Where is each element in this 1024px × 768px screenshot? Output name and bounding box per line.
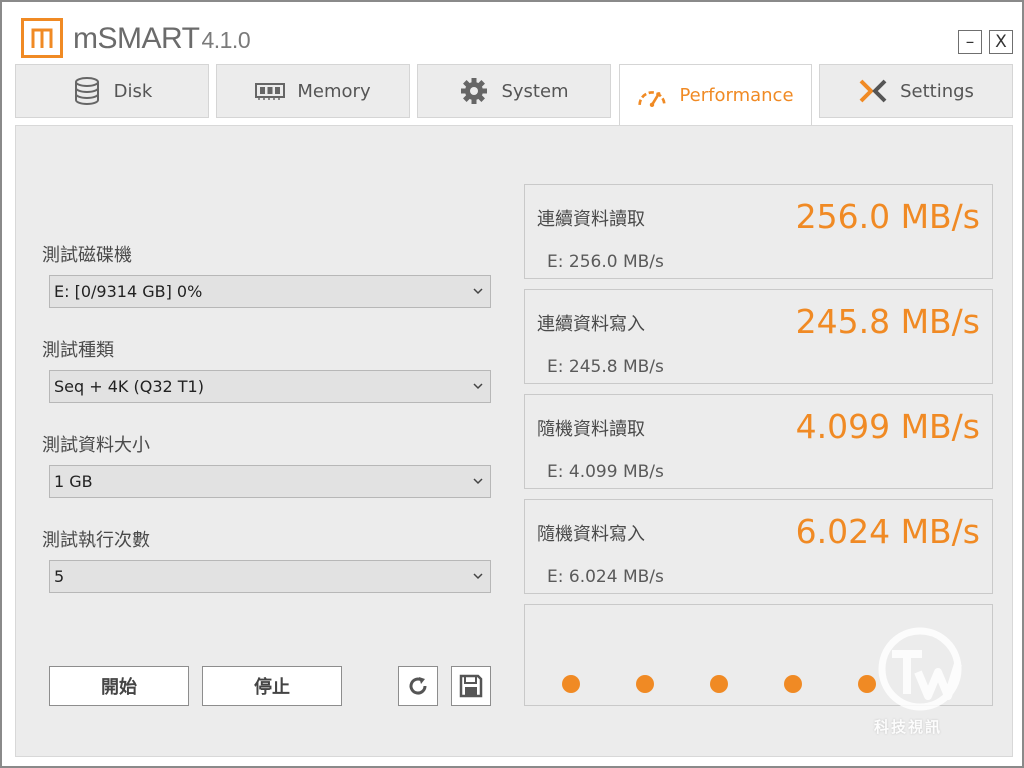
type-select-value: Seq + 4K (Q32 T1) <box>54 377 204 396</box>
result-label: 連續資料寫入 <box>537 310 645 336</box>
close-icon: X <box>995 32 1007 52</box>
result-value: 245.8 MB/s <box>796 302 980 341</box>
tab-settings[interactable]: Settings <box>819 64 1013 118</box>
close-button[interactable]: X <box>989 30 1013 54</box>
result-label: 隨機資料讀取 <box>537 415 645 441</box>
result-detail: E: 4.099 MB/s <box>547 462 664 482</box>
progress-dot <box>784 675 802 693</box>
tab-memory[interactable]: Memory <box>216 64 410 118</box>
drive-label: 測試磁碟機 <box>42 241 132 267</box>
runs-select-value: 5 <box>54 567 64 586</box>
chevron-down-icon <box>472 285 484 297</box>
drive-select-value: E: [0/9314 GB] 0% <box>54 282 202 301</box>
speedometer-icon <box>637 81 667 111</box>
app-name: mSMART <box>73 22 199 55</box>
progress-dot <box>636 675 654 693</box>
progress-dot <box>710 675 728 693</box>
rand-write-result: 隨機資料寫入 6.024 MB/s E: 6.024 MB/s <box>524 499 993 594</box>
runs-label: 測試執行次數 <box>42 526 150 552</box>
database-icon <box>72 76 102 106</box>
runs-select[interactable]: 5 <box>49 560 491 593</box>
watermark-text: 科技視訊 <box>874 716 942 737</box>
result-value: 4.099 MB/s <box>796 407 980 446</box>
tab-performance-label: Performance <box>679 85 793 106</box>
minimize-icon: – <box>966 32 975 52</box>
tab-settings-label: Settings <box>900 81 974 102</box>
type-label: 測試種類 <box>42 336 114 362</box>
seq-read-result: 連續資料讀取 256.0 MB/s E: 256.0 MB/s <box>524 184 993 279</box>
result-value: 6.024 MB/s <box>796 512 980 551</box>
stop-button[interactable]: 停止 <box>202 666 342 706</box>
gear-icon <box>459 76 489 106</box>
result-label: 連續資料讀取 <box>537 205 645 231</box>
watermark-logo-icon <box>870 624 970 714</box>
save-button[interactable] <box>451 666 491 706</box>
type-select[interactable]: Seq + 4K (Q32 T1) <box>49 370 491 403</box>
save-icon <box>459 674 483 698</box>
result-detail: E: 6.024 MB/s <box>547 567 664 587</box>
tools-icon <box>858 76 888 106</box>
result-label: 隨機資料寫入 <box>537 520 645 546</box>
seq-write-result: 連續資料寫入 245.8 MB/s E: 245.8 MB/s <box>524 289 993 384</box>
tab-memory-label: Memory <box>297 81 370 102</box>
chevron-down-icon <box>472 380 484 392</box>
tab-performance[interactable]: Performance <box>619 64 812 126</box>
tab-disk[interactable]: Disk <box>15 64 209 118</box>
memory-chip-icon <box>255 76 285 106</box>
watermark: 科技視訊 <box>870 624 970 744</box>
refresh-icon <box>406 674 430 698</box>
size-select[interactable]: 1 GB <box>49 465 491 498</box>
progress-dot <box>562 675 580 693</box>
app-logo <box>21 18 63 58</box>
app-version: 4.1.0 <box>201 27 250 53</box>
size-select-value: 1 GB <box>54 472 93 491</box>
drive-select[interactable]: E: [0/9314 GB] 0% <box>49 275 491 308</box>
m-logo-icon <box>31 27 53 49</box>
size-label: 測試資料大小 <box>42 431 150 457</box>
result-detail: E: 245.8 MB/s <box>547 357 664 377</box>
rand-read-result: 隨機資料讀取 4.099 MB/s E: 4.099 MB/s <box>524 394 993 489</box>
tab-system[interactable]: System <box>417 64 611 118</box>
tab-disk-label: Disk <box>114 81 153 102</box>
result-value: 256.0 MB/s <box>796 197 980 236</box>
tab-system-label: System <box>501 81 568 102</box>
app-title: mSMART4.1.0 <box>73 22 250 56</box>
refresh-button[interactable] <box>398 666 438 706</box>
start-button[interactable]: 開始 <box>49 666 189 706</box>
chevron-down-icon <box>472 570 484 582</box>
chevron-down-icon <box>472 475 484 487</box>
minimize-button[interactable]: – <box>958 30 982 54</box>
app-window: mSMART4.1.0 – X Disk Memory <box>0 0 1024 768</box>
result-detail: E: 256.0 MB/s <box>547 252 664 272</box>
